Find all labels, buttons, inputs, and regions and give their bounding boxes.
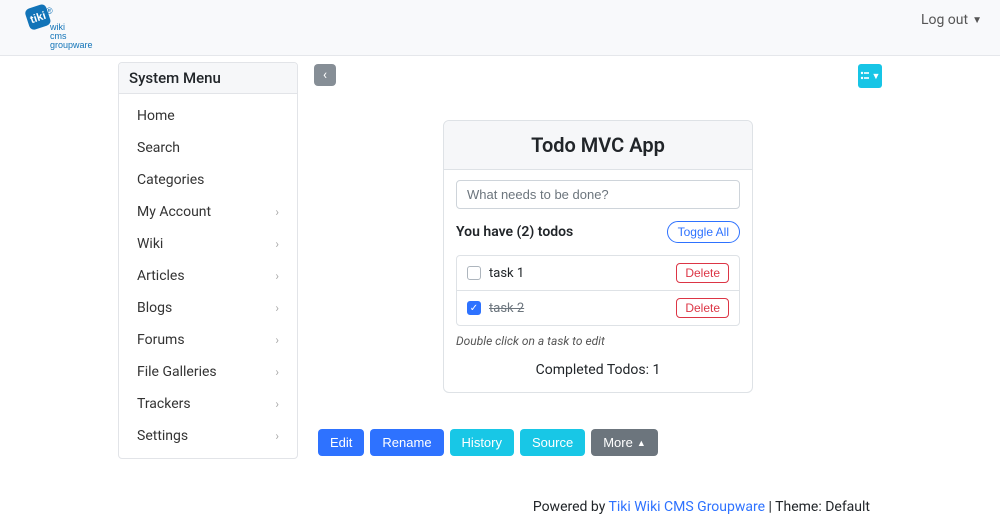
footer-prefix: Powered by: [533, 499, 609, 515]
chevron-right-icon: ›: [275, 429, 279, 443]
sidebar-item-label: Blogs: [137, 300, 172, 316]
chevron-right-icon: ›: [275, 237, 279, 251]
todo-item[interactable]: ✓ task 2 Delete: [457, 291, 739, 325]
chevron-right-icon: ›: [275, 365, 279, 379]
footer-link[interactable]: Tiki Wiki CMS Groupware: [609, 499, 766, 515]
chevron-right-icon: ›: [275, 397, 279, 411]
new-todo-input[interactable]: [456, 180, 740, 209]
svg-text:groupware: groupware: [50, 40, 93, 50]
logout-dropdown[interactable]: Log out ▼: [921, 4, 982, 28]
sidebar-item-label: Articles: [137, 268, 185, 284]
edit-button[interactable]: Edit: [318, 429, 364, 456]
chevron-right-icon: ›: [275, 301, 279, 315]
sidebar-item-label: File Galleries: [137, 364, 217, 380]
todo-count-text: You have (2) todos: [456, 224, 573, 240]
source-button[interactable]: Source: [520, 429, 585, 456]
svg-text:®: ®: [46, 6, 53, 16]
rename-button[interactable]: Rename: [370, 429, 443, 456]
sidebar-item[interactable]: Search: [119, 132, 297, 164]
sidebar-item-label: Home: [137, 108, 175, 124]
list-icon: [860, 71, 870, 81]
footer: Powered by Tiki Wiki CMS Groupware | The…: [0, 459, 1000, 531]
brand-logo[interactable]: tiki wiki cms groupware ®: [12, 4, 102, 50]
footer-theme-prefix: | Theme:: [765, 499, 825, 515]
sidebar-item[interactable]: My Account ›: [119, 196, 297, 228]
edit-hint: Double click on a task to edit: [456, 334, 740, 348]
todo-app-card: Todo MVC App You have (2) todos Toggle A…: [443, 120, 753, 393]
delete-todo-button[interactable]: Delete: [676, 263, 729, 283]
sidebar-item-label: Search: [137, 140, 180, 156]
sidebar-item[interactable]: Articles ›: [119, 260, 297, 292]
sidebar-item[interactable]: Home: [119, 100, 297, 132]
caret-up-icon: ▲: [637, 438, 646, 448]
sidebar-item[interactable]: Trackers ›: [119, 388, 297, 420]
chevron-right-icon: ›: [275, 333, 279, 347]
app-title: Todo MVC App: [444, 121, 752, 170]
footer-theme: Default: [825, 499, 870, 515]
delete-todo-button[interactable]: Delete: [676, 298, 729, 318]
toggle-all-button[interactable]: Toggle All: [667, 221, 740, 243]
todo-checkbox[interactable]: ✓: [467, 301, 481, 315]
system-menu-panel: System Menu Home Search Categories My Accou…: [118, 62, 298, 459]
sidebar-item-label: Wiki: [137, 236, 163, 252]
sidebar-item-label: Settings: [137, 428, 188, 444]
collapse-sidebar-button[interactable]: ‹: [314, 64, 336, 86]
more-label: More: [603, 435, 633, 450]
sidebar-item[interactable]: Forums ›: [119, 324, 297, 356]
sidebar-item[interactable]: Categories: [119, 164, 297, 196]
history-button[interactable]: History: [450, 429, 514, 456]
sidebar-item[interactable]: Blogs ›: [119, 292, 297, 324]
sidebar-item[interactable]: Wiki ›: [119, 228, 297, 260]
todo-label: task 2: [489, 301, 524, 316]
sidebar-item-label: Trackers: [137, 396, 191, 412]
sidebar-item-label: Categories: [137, 172, 204, 188]
caret-down-icon: ▼: [972, 15, 982, 26]
sidebar-item[interactable]: File Galleries ›: [119, 356, 297, 388]
chevron-right-icon: ›: [275, 269, 279, 283]
chevron-right-icon: ›: [275, 205, 279, 219]
logout-label: Log out: [921, 12, 968, 28]
chevron-left-icon: ‹: [323, 67, 327, 83]
more-dropdown[interactable]: More ▲: [591, 429, 658, 456]
todo-checkbox[interactable]: [467, 266, 481, 280]
completed-count: Completed Todos: 1: [456, 362, 740, 378]
sidebar-item[interactable]: Settings ›: [119, 420, 297, 452]
sidebar-item-label: My Account: [137, 204, 211, 220]
todo-label: task 1: [489, 266, 524, 281]
page-tools-dropdown[interactable]: ▼: [858, 64, 882, 88]
sidebar-item-label: Forums: [137, 332, 185, 348]
caret-down-icon: ▼: [872, 71, 881, 82]
sidebar-title: System Menu: [119, 63, 297, 94]
todo-item[interactable]: task 1 Delete: [457, 256, 739, 291]
